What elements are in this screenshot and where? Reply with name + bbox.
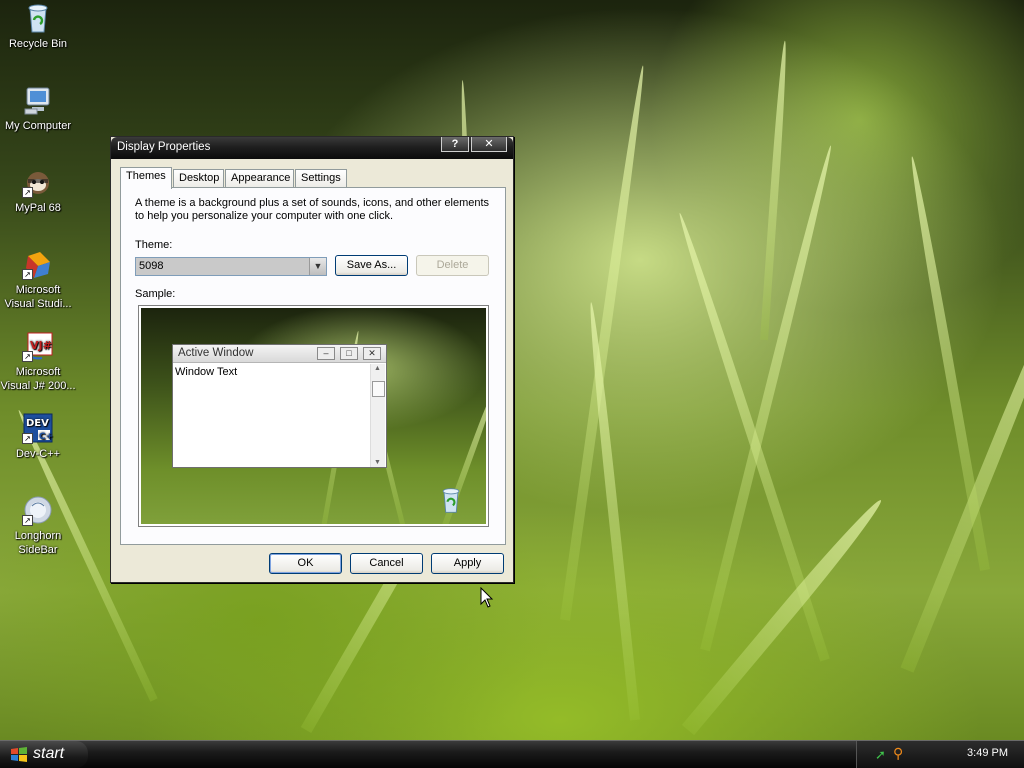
themes-tab-panel: A theme is a background plus a set of so… (120, 187, 506, 545)
desktop-icon-visual-jsharp[interactable]: VJ# ↗ Microsoft Visual J# 200... (0, 330, 76, 393)
svg-text:DEV: DEV (26, 418, 49, 429)
clock[interactable]: 3:49 PM (967, 747, 1008, 759)
sample-scroll-thumb (372, 381, 385, 397)
mouse-cursor-icon (480, 586, 494, 612)
visual-jsharp-icon: VJ# ↗ (22, 330, 54, 362)
sample-scrollbar: ▲ ▼ (370, 364, 385, 467)
longhorn-sidebar-icon: ↗ (22, 494, 54, 526)
ok-button[interactable]: OK (269, 553, 342, 574)
desktop-icon-label: Microsoft Visual J# 200... (0, 366, 76, 392)
desktop-icon-devcpp[interactable]: DEV C+ ↗ Dev-C++ (0, 412, 76, 461)
desktop-icon-label: Recycle Bin (8, 38, 68, 50)
devcpp-icon: DEV C+ ↗ (22, 412, 54, 444)
desktop-icon-recycle-bin[interactable]: Recycle Bin (0, 2, 76, 51)
search-tray-icon[interactable]: ⚲ (893, 745, 903, 762)
tab-appearance[interactable]: Appearance (225, 169, 294, 188)
maximize-icon: □ (340, 347, 358, 360)
display-properties-dialog: Display Properties ? ✕ Themes Desktop Ap… (110, 136, 514, 583)
close-icon: ✕ (363, 347, 381, 360)
desktop-icon-label: My Computer (4, 120, 72, 132)
desktop-icon-label: MyPal 68 (15, 202, 61, 214)
close-button[interactable]: ✕ (471, 137, 507, 152)
recycle-bin-icon (22, 2, 54, 34)
sample-window-text: Window Text (175, 366, 238, 378)
help-button[interactable]: ? (441, 137, 469, 152)
desktop-icon-longhorn-sidebar[interactable]: ↗ Longhorn SideBar (0, 494, 76, 557)
start-button[interactable]: start (0, 741, 88, 768)
my-computer-icon (22, 84, 54, 116)
sample-window-titlebar: Active Window – □ ✕ (173, 345, 386, 363)
recycle-bin-icon (437, 486, 465, 517)
tab-settings[interactable]: Settings (295, 169, 347, 188)
desktop-icon-mypal[interactable]: ↗ MyPal 68 (0, 166, 76, 215)
save-as-button[interactable]: Save As... (335, 255, 408, 276)
theme-select[interactable]: 5098 ▼ (135, 257, 327, 276)
start-label: start (33, 745, 65, 762)
svg-text:VJ#: VJ# (30, 339, 52, 352)
desktop-icon-label: Longhorn SideBar (14, 530, 62, 556)
visual-studio-icon: ↗ (22, 248, 54, 280)
theme-sample-preview: Active Window – □ ✕ Window Text ▲ ▼ (138, 305, 489, 527)
dialog-titlebar[interactable]: Display Properties ? ✕ (111, 137, 513, 159)
sample-active-window: Active Window – □ ✕ Window Text ▲ ▼ (172, 344, 387, 468)
sample-label: Sample: (135, 288, 176, 300)
mypal-icon: ↗ (22, 166, 54, 198)
chevron-down-icon[interactable]: ▼ (309, 258, 326, 275)
theme-label: Theme: (135, 239, 173, 251)
dialog-title: Display Properties (117, 141, 211, 153)
desktop-icon-label: Microsoft Visual Studi... (4, 284, 72, 310)
minimize-icon: – (317, 347, 335, 360)
sample-window-title: Active Window (178, 347, 254, 359)
tab-themes[interactable]: Themes (120, 167, 172, 189)
windows-logo-icon (10, 747, 28, 768)
theme-description: A theme is a background plus a set of so… (135, 197, 490, 222)
safely-remove-tray-icon[interactable]: ➚ (875, 747, 886, 763)
apply-button[interactable]: Apply (431, 553, 504, 574)
svg-text:C+: C+ (39, 432, 53, 442)
system-tray: ➚ ⚲ 3:49 PM (856, 741, 1024, 768)
desktop-icon-my-computer[interactable]: My Computer (0, 84, 76, 133)
theme-select-value: 5098 (139, 260, 164, 272)
sample-wallpaper: Active Window – □ ✕ Window Text ▲ ▼ (141, 308, 486, 524)
delete-button[interactable]: Delete (416, 255, 489, 276)
tab-desktop[interactable]: Desktop (173, 169, 224, 188)
cancel-button[interactable]: Cancel (350, 553, 423, 574)
taskbar: start ? ⇅ ➚ ⚲ 3:49 PM (0, 740, 1024, 768)
desktop-icon-visual-studio[interactable]: ↗ Microsoft Visual Studi... (0, 248, 76, 311)
desktop-icon-label: Dev-C++ (15, 448, 61, 460)
